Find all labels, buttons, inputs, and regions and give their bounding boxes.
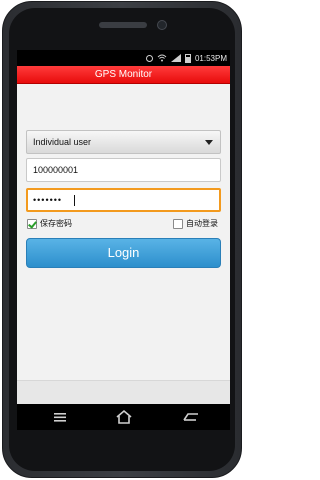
save-password-option[interactable]: 保存密码 xyxy=(27,218,72,229)
back-icon[interactable] xyxy=(45,408,75,426)
text-caret xyxy=(74,195,75,206)
status-bar: 01:53PM xyxy=(17,50,230,66)
wifi-icon xyxy=(157,54,167,62)
username-value: 100000001 xyxy=(33,165,79,175)
status-time: 01:53PM xyxy=(194,53,227,63)
username-input[interactable]: 100000001 xyxy=(26,158,221,182)
signal-icon xyxy=(170,54,181,62)
save-password-checkbox[interactable] xyxy=(27,218,37,229)
front-camera xyxy=(157,20,167,30)
app-title: GPS Monitor xyxy=(94,69,153,80)
save-password-label: 保存密码 xyxy=(40,219,72,228)
recent-apps-icon[interactable] xyxy=(176,408,206,426)
home-icon[interactable] xyxy=(109,408,139,426)
screen: 01:53PM GPS Monitor Individual user 1000… xyxy=(17,50,230,404)
auto-login-option[interactable]: 自动登录 xyxy=(173,218,218,229)
login-button-label: Login xyxy=(107,245,140,260)
alarm-icon xyxy=(145,54,153,62)
battery-icon xyxy=(184,53,191,63)
status-icons: 01:53PM xyxy=(145,53,227,63)
password-value: ••••••• xyxy=(33,195,63,205)
login-button[interactable]: Login xyxy=(26,238,221,268)
dropdown-arrow-icon xyxy=(205,140,213,145)
password-input[interactable]: ••••••• xyxy=(26,188,221,212)
app-title-bar: GPS Monitor xyxy=(17,66,230,84)
account-type-value: Individual user xyxy=(33,137,92,147)
auto-login-label: 自动登录 xyxy=(186,219,218,228)
android-nav-bar xyxy=(17,404,230,430)
account-type-select[interactable]: Individual user xyxy=(26,130,221,154)
footer-strip xyxy=(17,380,230,404)
auto-login-checkbox[interactable] xyxy=(173,218,183,229)
login-form: Individual user 100000001 ••••••• 保存密码 自… xyxy=(17,84,230,380)
earpiece xyxy=(99,22,147,28)
